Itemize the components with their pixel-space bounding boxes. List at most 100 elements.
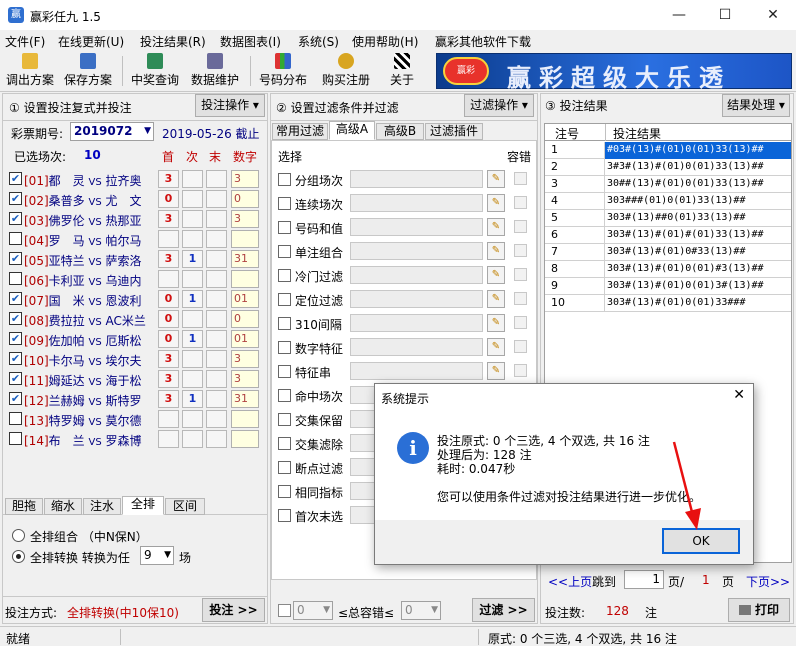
edit-icon[interactable]: ✎ xyxy=(487,170,505,188)
tolerance-to-select[interactable]: 0 ▼ xyxy=(401,601,441,620)
last-choice-cell[interactable] xyxy=(206,170,227,188)
tolerance-checkbox[interactable] xyxy=(514,196,527,209)
table-row[interactable]: 8 303#(13)#(01)0(01)#3(13)## xyxy=(545,261,791,278)
filter-checkbox[interactable] xyxy=(278,221,291,234)
convert-select[interactable]: 9 ▼ xyxy=(140,546,174,565)
menu-file[interactable]: 文件(F) xyxy=(5,33,45,50)
last-choice-cell[interactable] xyxy=(206,410,227,428)
digits-input[interactable]: 01 xyxy=(231,290,259,308)
tab-quanpai[interactable]: 全排 xyxy=(122,496,164,515)
digits-input[interactable]: 3 xyxy=(231,210,259,228)
radio-full-combo[interactable] xyxy=(12,529,25,542)
last-choice-cell[interactable] xyxy=(206,270,227,288)
filter-value-field[interactable] xyxy=(350,170,483,188)
tab-common-filter[interactable]: 常用过滤 xyxy=(272,123,328,140)
digits-input[interactable] xyxy=(231,410,259,428)
first-choice-cell[interactable] xyxy=(158,430,179,448)
filter-checkbox[interactable] xyxy=(278,437,291,450)
first-choice-cell[interactable] xyxy=(158,270,179,288)
table-row[interactable]: 9 303#(13)#(01)0(01)3#(13)## xyxy=(545,278,791,295)
prize-query-button[interactable]: 中奖查询 xyxy=(128,52,182,90)
tab-suoshui[interactable]: 缩水 xyxy=(44,498,82,515)
second-choice-cell[interactable] xyxy=(182,430,203,448)
first-choice-cell[interactable]: 0 xyxy=(158,330,179,348)
match-checkbox[interactable] xyxy=(9,412,22,425)
first-choice-cell[interactable]: 3 xyxy=(158,390,179,408)
last-choice-cell[interactable] xyxy=(206,310,227,328)
filter-button[interactable]: 过滤 >> xyxy=(472,598,535,622)
last-choice-cell[interactable] xyxy=(206,370,227,388)
menu-data-chart[interactable]: 数据图表(I) xyxy=(220,33,281,50)
tolerance-checkbox[interactable] xyxy=(514,220,527,233)
tolerance-from-select[interactable]: 0 ▼ xyxy=(293,601,333,620)
close-button[interactable]: ✕ xyxy=(750,0,796,30)
digits-input[interactable]: 31 xyxy=(231,390,259,408)
last-choice-cell[interactable] xyxy=(206,230,227,248)
digits-input[interactable]: 01 xyxy=(231,330,259,348)
match-checkbox[interactable]: ✔ xyxy=(9,332,22,345)
filter-checkbox[interactable] xyxy=(278,245,291,258)
minimize-button[interactable]: — xyxy=(656,0,702,30)
filter-checkbox[interactable] xyxy=(278,293,291,306)
filter-value-field[interactable] xyxy=(350,242,483,260)
filter-checkbox[interactable] xyxy=(278,317,291,330)
first-choice-cell[interactable]: 0 xyxy=(158,290,179,308)
match-checkbox[interactable]: ✔ xyxy=(9,292,22,305)
filter-checkbox[interactable] xyxy=(278,413,291,426)
load-plan-button[interactable]: 调出方案 xyxy=(4,52,56,90)
second-choice-cell[interactable] xyxy=(182,350,203,368)
second-choice-cell[interactable] xyxy=(182,270,203,288)
second-choice-cell[interactable]: 1 xyxy=(182,250,203,268)
second-choice-cell[interactable] xyxy=(182,190,203,208)
last-choice-cell[interactable] xyxy=(206,250,227,268)
data-maintain-button[interactable]: 数据维护 xyxy=(188,52,242,90)
match-checkbox[interactable] xyxy=(9,232,22,245)
edit-icon[interactable]: ✎ xyxy=(487,194,505,212)
filter-checkbox[interactable] xyxy=(278,365,291,378)
filter-checkbox[interactable] xyxy=(278,269,291,282)
last-choice-cell[interactable] xyxy=(206,350,227,368)
match-checkbox[interactable] xyxy=(9,432,22,445)
match-checkbox[interactable]: ✔ xyxy=(9,372,22,385)
filter-checkbox[interactable] xyxy=(278,341,291,354)
match-checkbox[interactable]: ✔ xyxy=(9,352,22,365)
menu-other-software[interactable]: 赢彩其他软件下载 xyxy=(435,33,531,50)
result-operation-button[interactable]: 结果处理 ▾ xyxy=(722,94,790,117)
filter-checkbox[interactable] xyxy=(278,509,291,522)
bet-operation-button[interactable]: 投注操作 ▾ xyxy=(195,94,265,117)
tab-dantuo[interactable]: 胆拖 xyxy=(5,498,43,515)
last-choice-cell[interactable] xyxy=(206,210,227,228)
digits-input[interactable]: 3 xyxy=(231,370,259,388)
menu-bet-result[interactable]: 投注结果(R) xyxy=(140,33,206,50)
radio-full-convert[interactable] xyxy=(12,550,25,563)
about-button[interactable]: 关于 xyxy=(382,52,422,90)
table-row[interactable]: 2 3#3#(13)#(01)0(01)33(13)## xyxy=(545,159,791,176)
tolerance-checkbox[interactable] xyxy=(514,292,527,305)
number-distribution-button[interactable]: 号码分布 xyxy=(256,52,310,90)
menu-online-update[interactable]: 在线更新(U) xyxy=(58,33,124,50)
match-checkbox[interactable]: ✔ xyxy=(9,172,22,185)
filter-operation-button[interactable]: 过滤操作 ▾ xyxy=(464,94,534,117)
issue-select[interactable]: 2019072 ▼ xyxy=(70,122,154,141)
match-checkbox[interactable]: ✔ xyxy=(9,312,22,325)
digits-input[interactable]: 0 xyxy=(231,310,259,328)
edit-icon[interactable]: ✎ xyxy=(487,266,505,284)
match-checkbox[interactable]: ✔ xyxy=(9,192,22,205)
second-choice-cell[interactable]: 1 xyxy=(182,330,203,348)
last-choice-cell[interactable] xyxy=(206,330,227,348)
filter-checkbox[interactable] xyxy=(278,485,291,498)
edit-icon[interactable]: ✎ xyxy=(487,314,505,332)
filter-checkbox[interactable] xyxy=(278,461,291,474)
edit-icon[interactable]: ✎ xyxy=(487,290,505,308)
first-choice-cell[interactable]: 3 xyxy=(158,210,179,228)
table-row[interactable]: 10 303#(13)#(01)0(01)33### xyxy=(545,295,791,312)
first-choice-cell[interactable]: 0 xyxy=(158,190,179,208)
digits-input[interactable]: 3 xyxy=(231,170,259,188)
filter-checkbox[interactable] xyxy=(278,173,291,186)
tolerance-checkbox[interactable] xyxy=(278,604,291,617)
match-checkbox[interactable]: ✔ xyxy=(9,252,22,265)
tab-qujian[interactable]: 区间 xyxy=(165,498,205,515)
next-page-link[interactable]: 下页>> xyxy=(746,573,790,590)
tolerance-checkbox[interactable] xyxy=(514,364,527,377)
digits-input[interactable] xyxy=(231,430,259,448)
